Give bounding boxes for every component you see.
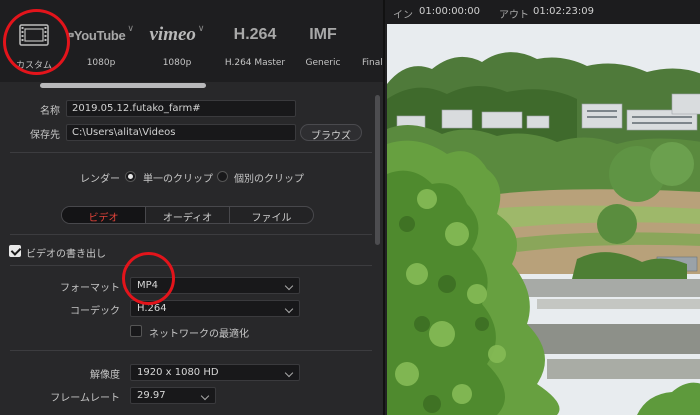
single-clip-radio[interactable] xyxy=(125,171,136,182)
tab-file[interactable]: ファイル xyxy=(230,207,313,223)
video-frame-image xyxy=(387,24,700,415)
preset-label: H.264 Master xyxy=(224,58,286,68)
youtube-logo: YouTube ∨ xyxy=(68,22,134,48)
chevron-down-icon xyxy=(284,368,294,378)
single-clip-label: 単一のクリップ xyxy=(143,174,213,185)
vimeo-logo: vimeo ∨ xyxy=(149,24,205,45)
preset-imf[interactable]: IMF Generic xyxy=(292,0,354,82)
network-optimization-checkbox[interactable] xyxy=(130,325,142,337)
individual-clips-label: 個別のクリップ xyxy=(234,174,304,185)
resolution-label: 解像度 xyxy=(90,370,120,381)
tab-video[interactable]: ビデオ xyxy=(62,207,146,223)
out-label: アウト xyxy=(499,10,529,21)
location-label: 保存先 xyxy=(30,130,60,141)
timecode-bar: イン 01:00:00:00 アウト 01:02:23:09 xyxy=(385,0,700,24)
highlight-circle-custom xyxy=(3,9,70,75)
chevron-down-icon[interactable]: ∨ xyxy=(198,24,205,34)
preview-panel: イン 01:00:00:00 アウト 01:02:23:09 xyxy=(383,0,700,415)
highlight-circle-format xyxy=(122,252,175,305)
preset-label: 1080p xyxy=(162,58,192,68)
settings-tabs: ビデオ オーディオ ファイル xyxy=(61,206,314,224)
chevron-down-icon xyxy=(284,304,294,314)
individual-clips-radio[interactable] xyxy=(217,171,228,182)
in-label: イン xyxy=(393,10,413,21)
chevron-down-icon[interactable]: ∨ xyxy=(127,24,134,34)
video-preview[interactable] xyxy=(387,24,700,415)
resolution-select[interactable]: 1920 x 1080 HD xyxy=(130,364,300,381)
render-settings-panel: カスタム YouTube ∨ 1080p vimeo ∨ 1080p H.264… xyxy=(0,0,383,415)
format-label: フォーマット xyxy=(60,283,120,294)
preset-label: Final xyxy=(362,58,383,68)
export-video-checkbox[interactable] xyxy=(9,245,21,257)
name-label: 名称 xyxy=(40,106,60,117)
h264-logo: H.264 xyxy=(233,26,277,43)
framerate-select[interactable]: 29.97 xyxy=(130,387,216,404)
preset-vimeo[interactable]: vimeo ∨ 1080p xyxy=(142,0,212,82)
preset-label: 1080p xyxy=(86,58,116,68)
location-field[interactable]: C:\Users\alita\Videos xyxy=(66,124,296,141)
out-timecode[interactable]: 01:02:23:09 xyxy=(533,6,594,17)
network-optimization-label: ネットワークの最適化 xyxy=(149,329,249,340)
in-timecode[interactable]: 01:00:00:00 xyxy=(419,6,480,17)
preset-scrollbar[interactable] xyxy=(40,83,206,88)
preset-h264[interactable]: H.264 H.264 Master xyxy=(220,0,290,82)
codec-label: コーデック xyxy=(70,306,120,317)
resolution-value: 1920 x 1080 HD xyxy=(137,367,219,378)
framerate-label: フレームレート xyxy=(50,393,120,404)
tab-audio[interactable]: オーディオ xyxy=(146,207,230,223)
divider xyxy=(10,350,372,351)
render-label: レンダー xyxy=(80,174,120,185)
chevron-down-icon xyxy=(200,391,210,401)
browse-button[interactable]: ブラウズ xyxy=(300,124,362,142)
preset-youtube[interactable]: YouTube ∨ 1080p xyxy=(68,0,134,82)
divider xyxy=(10,234,372,235)
framerate-value: 29.97 xyxy=(137,390,166,401)
preset-label: Generic xyxy=(305,58,341,68)
chevron-down-icon xyxy=(284,281,294,291)
preset-final[interactable]: Final xyxy=(362,0,383,82)
export-video-label: ビデオの書き出し xyxy=(26,249,106,260)
divider xyxy=(10,265,372,266)
settings-scrollbar-thumb[interactable] xyxy=(375,95,380,245)
imf-logo: IMF xyxy=(309,26,337,43)
divider xyxy=(10,152,372,153)
filename-field[interactable]: 2019.05.12.futako_farm# xyxy=(66,100,296,117)
